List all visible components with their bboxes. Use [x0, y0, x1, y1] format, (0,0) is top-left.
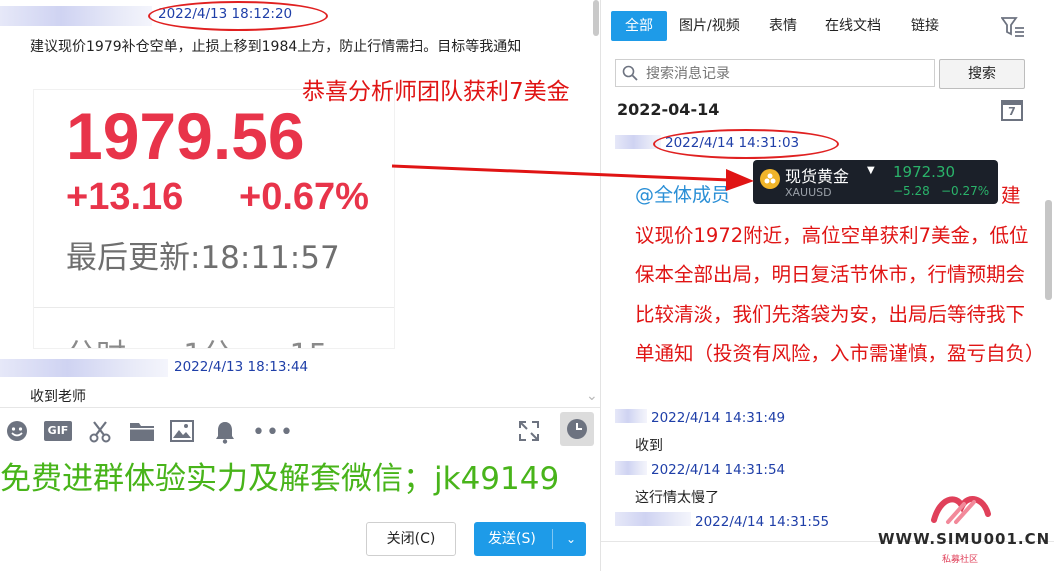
scissors-icon[interactable] — [88, 420, 112, 449]
ticker-dropdown-icon[interactable]: ▼ — [867, 165, 875, 176]
folder-icon[interactable] — [129, 420, 155, 447]
bell-icon[interactable] — [214, 420, 236, 449]
tab-links[interactable]: 链接 — [911, 11, 939, 41]
message-text: 建议现价1979补仓空单，止损上移到1984上方，防止行情需扫。目标等我通知 — [30, 39, 522, 55]
message-timestamp: 2022/4/13 18:13:44 — [174, 359, 309, 375]
calendar-icon[interactable]: 7 — [1001, 100, 1023, 121]
message-text: 建议现价1972附近，高位空单获利7美金，低位保本全部出局，明日复活节休市，行情… — [635, 176, 1045, 374]
calendar-day: 7 — [1008, 105, 1016, 118]
ticker-price: 1972.30 — [893, 163, 956, 181]
tab-images-videos[interactable]: 图片/视频 — [679, 11, 740, 41]
gif-icon[interactable]: GIF — [44, 421, 72, 441]
send-split-divider — [552, 529, 553, 549]
sender-avatar-name-blurred — [615, 409, 647, 423]
annotation-arrow — [391, 164, 754, 191]
profit-banner-text: 恭喜分析师团队获利7美金 — [302, 79, 570, 105]
gold-coin-icon — [760, 169, 780, 189]
message-text-body: 建议现价1972附近，高位空单获利7美金，低位保本全部出局，明日复活节休市，行情… — [635, 184, 1045, 365]
watermark-graphic-icon — [931, 496, 991, 524]
message-timestamp: 2022/4/14 14:31:54 — [651, 462, 786, 478]
history-scrollbar[interactable] — [1045, 200, 1052, 300]
tab-online-docs[interactable]: 在线文档 — [825, 11, 881, 41]
expand-icon[interactable] — [518, 420, 540, 447]
filter-icon[interactable] — [1000, 16, 1025, 42]
ticker-change-percent: −0.27% — [941, 184, 990, 198]
emoji-icon[interactable] — [6, 420, 28, 447]
quote-price: 1979.56 — [66, 99, 305, 173]
quote-card: 1979.56 +13.16 +0.67% 最后更新:18:11:57 分时 1… — [34, 90, 394, 348]
history-panel: 全部 图片/视频 表情 在线文档 链接 搜索 2022-04-14 7 2022… — [600, 0, 1054, 571]
send-button[interactable]: 发送(S) ⌄ — [474, 522, 586, 556]
quote-period-tabs: 分时 1分 15 — [66, 330, 328, 348]
timestamp-highlight-ellipse — [653, 129, 839, 159]
search-input[interactable] — [644, 62, 932, 86]
search-icon — [622, 65, 638, 81]
more-icon[interactable]: ••• — [252, 420, 294, 445]
ticker-change: −5.28 — [893, 184, 930, 198]
composer-divider — [0, 407, 600, 408]
close-button[interactable]: 关闭(C) — [366, 522, 456, 556]
sender-avatar-name-blurred — [615, 461, 647, 475]
search-box[interactable] — [615, 59, 935, 87]
gif-icon-label: GIF — [44, 421, 72, 441]
message-timestamp: 2022/4/14 14:31:55 — [695, 514, 830, 530]
collapse-chevron-icon[interactable]: ⌄ — [586, 388, 598, 404]
message-text: 收到老师 — [30, 389, 86, 405]
message-timestamp: 2022/4/14 14:31:49 — [651, 410, 786, 426]
ticker-name: 现货黄金 — [785, 167, 850, 186]
quote-divider — [34, 307, 394, 308]
send-options-chevron-icon[interactable]: ⌄ — [558, 522, 584, 556]
image-icon[interactable] — [170, 420, 194, 447]
message-text: 收到 — [635, 438, 663, 454]
quote-updated-time: 最后更新:18:11:57 — [66, 240, 340, 276]
sender-avatar-name-blurred — [615, 512, 691, 526]
watermark-sub: 私募社区 — [942, 555, 979, 565]
chat-scrollbar[interactable] — [593, 0, 599, 36]
watermark-site: WWW.SIMU001.CN — [878, 530, 1051, 548]
timestamp-highlight-ellipse — [148, 1, 328, 31]
quote-change: +13.16 — [66, 176, 184, 218]
gold-ticker-widget[interactable]: 现货黄金 ▼ XAUUSD 1972.30 −5.28 −0.27% — [753, 160, 998, 204]
sender-avatar-name-blurred — [0, 6, 152, 26]
sender-avatar-name-blurred — [0, 359, 168, 377]
send-button-label: 发送(S) — [488, 531, 536, 547]
tab-stickers[interactable]: 表情 — [769, 11, 797, 41]
history-date: 2022-04-14 — [617, 100, 720, 119]
ticker-symbol: XAUUSD — [785, 186, 832, 199]
message-text: 这行情太慢了 — [635, 490, 719, 506]
tab-all[interactable]: 全部 — [611, 11, 667, 41]
watermark-logo: WWW.SIMU001.CN 私募社区 — [878, 490, 1051, 568]
history-clock-icon[interactable] — [560, 412, 594, 446]
promo-text: 免费进群体验实力及解套微信；jk49149 — [0, 461, 560, 497]
search-button[interactable]: 搜索 — [939, 59, 1025, 89]
quote-change-percent: +0.67% — [239, 176, 369, 218]
